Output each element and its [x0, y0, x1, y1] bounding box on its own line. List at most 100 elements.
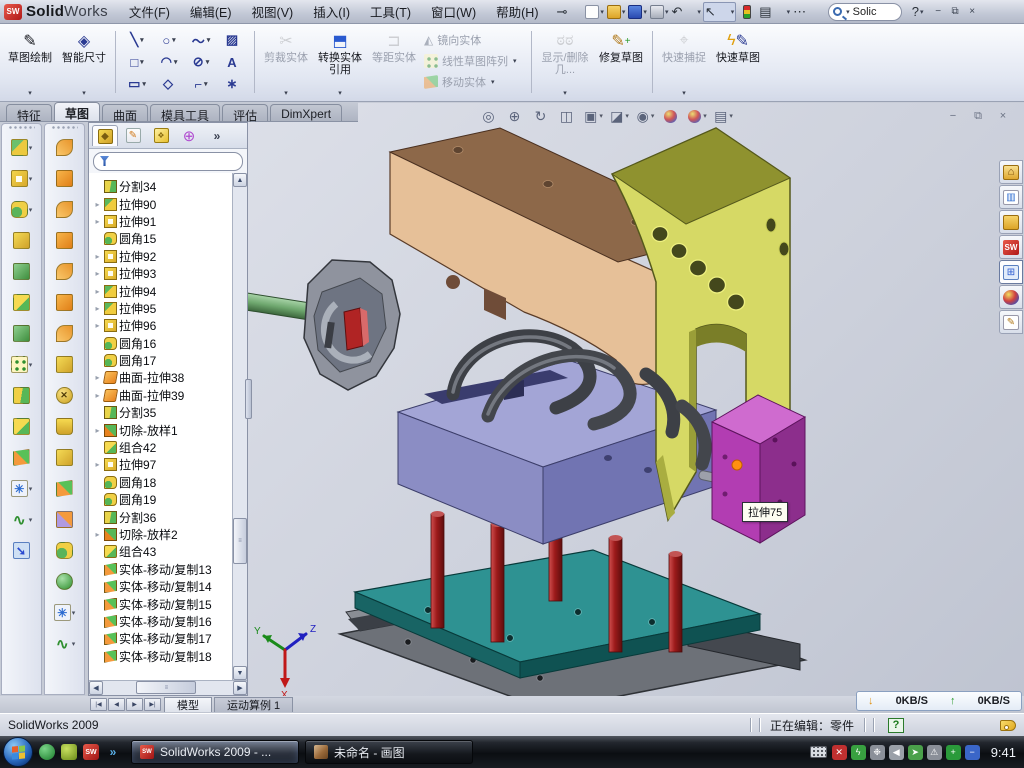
file-explorer-icon[interactable] — [999, 210, 1023, 234]
feature-tree-item[interactable]: ▸ 拉伸91 — [93, 213, 247, 230]
expander-arrow[interactable]: ▸ — [93, 287, 102, 296]
feature-tree-item[interactable]: 实体-移动/复制15 — [93, 595, 247, 612]
task-button[interactable]: SW SolidWorks 2009 - ... — [131, 740, 299, 764]
start-button[interactable] — [3, 737, 33, 767]
feature-tree-item[interactable]: 圆角18 — [93, 474, 247, 491]
help-button[interactable]: ?▾ — [908, 2, 928, 22]
menu-item[interactable]: 窗口(W) — [422, 0, 485, 24]
doc-restore-button[interactable]: ⧉ — [968, 108, 988, 124]
menu-item[interactable]: 编辑(E) — [181, 0, 241, 24]
expander-arrow[interactable]: ▸ — [93, 304, 102, 313]
save-icon[interactable]: ▾ — [627, 2, 648, 22]
feature-tree-item[interactable]: ▸ 曲面-拉伸38 — [93, 369, 247, 386]
rotate-view-icon[interactable]: ↻ — [530, 106, 553, 126]
apply-scene-icon[interactable]: ● ▾ — [686, 106, 709, 126]
minimize-button[interactable]: − — [930, 4, 947, 19]
feature-tree-item[interactable]: ▸ 切除-放样2 — [93, 526, 247, 543]
feature-tree-item[interactable]: ▸ 拉伸97 — [93, 456, 247, 473]
expander-arrow[interactable]: ▸ — [93, 391, 102, 400]
scale-icon[interactable] — [48, 504, 82, 535]
draft-icon[interactable] — [5, 318, 39, 349]
linear-sketch-pattern-button[interactable]: 线性草图阵列 ▾ — [422, 52, 526, 70]
expander-arrow[interactable]: ▸ — [93, 426, 102, 435]
tag-icon[interactable] — [1000, 720, 1016, 731]
sync-arrow-icon[interactable]: ➤ — [908, 745, 923, 760]
options-icon[interactable]: ▤ ▾ — [758, 2, 791, 22]
rebuild-traffic-light-icon[interactable] — [737, 2, 757, 22]
close-button[interactable]: × — [964, 4, 981, 19]
feature-tree-item[interactable]: 组合42 — [93, 439, 247, 456]
solidworks-resources-icon[interactable]: ⌂ — [999, 160, 1023, 184]
scroll-thumb[interactable]: ≡ — [233, 518, 247, 564]
doc-tab[interactable]: 模型 — [164, 697, 212, 712]
select-cursor-icon[interactable]: ↖ ▾ — [703, 2, 736, 22]
doc-close-button[interactable]: × — [993, 108, 1013, 124]
menu-item[interactable]: 工具(T) — [361, 0, 420, 24]
point-icon[interactable]: ∗ — [217, 73, 249, 95]
displaymanager-tab[interactable]: ⊕ — [176, 125, 202, 146]
propertymanager-tab[interactable]: ✎ — [120, 125, 146, 146]
menu-item[interactable]: 帮助(H) — [487, 0, 547, 24]
mold-surface-sweep-icon[interactable] — [48, 132, 82, 163]
move-face-icon[interactable] — [48, 473, 82, 504]
new-document-icon[interactable]: ▾ — [584, 2, 605, 22]
ribbon-tab[interactable]: 评估 — [222, 104, 268, 121]
volume-icon[interactable]: ◀ — [889, 745, 904, 760]
tooling-split-icon[interactable] — [48, 349, 82, 380]
menu-item[interactable]: 插入(I) — [304, 0, 359, 24]
prev-tab-button[interactable]: ◀ — [108, 698, 125, 711]
parting-line-icon[interactable] — [48, 163, 82, 194]
ribbon-tab[interactable]: 特征 — [6, 104, 52, 121]
antivirus-shield-icon[interactable]: ✕ — [832, 745, 847, 760]
model-canvas[interactable]: Y Z X — [248, 103, 1024, 696]
dome-icon[interactable] — [48, 566, 82, 597]
network-warning-icon[interactable]: ⚠ — [927, 745, 942, 760]
display-style-icon[interactable]: ◪ ▾ — [608, 106, 631, 126]
instant3d-icon[interactable]: ➘ — [5, 535, 39, 566]
expander-arrow[interactable]: ▸ — [93, 217, 102, 226]
swept-boss-icon[interactable] — [5, 225, 39, 256]
feature-tree-item[interactable]: ▸ 拉伸94 — [93, 282, 247, 299]
next-tab-button[interactable]: ▶ — [126, 698, 143, 711]
panel-overflow-tab[interactable]: » — [204, 125, 230, 146]
update-ball-icon[interactable]: − — [965, 745, 980, 760]
menu-item[interactable]: 视图(V) — [243, 0, 303, 24]
shell-icon[interactable] — [5, 287, 39, 318]
reference-geometry-icon[interactable]: ✳ ▾ — [5, 473, 39, 504]
configurationmanager-tab[interactable]: ❖ — [148, 125, 174, 146]
cavity-icon[interactable] — [48, 442, 82, 473]
restore-button[interactable]: ⧉ — [947, 4, 964, 19]
ribbon-tab[interactable]: 曲面 — [102, 104, 148, 121]
graphics-viewport[interactable]: Y Z X ◎ ⊕ ↻ ◫ — [248, 103, 1024, 696]
view-orientation-icon[interactable]: ▣ ▾ — [582, 106, 605, 126]
tree-filter-box[interactable] — [93, 152, 243, 171]
sketch-text-icon[interactable]: A — [217, 51, 249, 73]
offset-entities-button[interactable]: ⊐ 等距实体 — [368, 27, 420, 97]
clamp-part[interactable] — [304, 260, 400, 390]
open-document-icon[interactable]: ▾ — [606, 2, 627, 22]
print-icon[interactable]: ▾ — [649, 2, 670, 22]
section-view-icon[interactable]: ◫ — [556, 106, 579, 126]
utility-gear-icon[interactable]: ❉ — [870, 745, 885, 760]
expander-arrow[interactable]: ▸ — [93, 269, 102, 278]
last-tab-button[interactable]: ▶| — [144, 698, 161, 711]
feature-tree-item[interactable]: 实体-移动/复制16 — [93, 613, 247, 630]
parting-surface-icon[interactable] — [48, 225, 82, 256]
quicklaunch-overflow-icon[interactable]: » — [105, 744, 121, 760]
ribbon-tab[interactable]: 草图 — [54, 102, 100, 121]
expander-arrow[interactable]: ▸ — [93, 200, 102, 209]
planar-surface-icon[interactable] — [48, 287, 82, 318]
slot-icon[interactable]: ▭ ▾ — [121, 73, 153, 95]
featuremanager-tab[interactable]: ◆ — [92, 125, 118, 146]
expander-arrow[interactable]: ▸ — [93, 530, 102, 539]
security-center-icon[interactable] — [61, 744, 77, 760]
task-button[interactable]: 未命名 - 画图 — [305, 740, 473, 764]
zoom-fit-icon[interactable]: ◎ — [478, 106, 501, 126]
feature-tree-item[interactable]: 圆角17 — [93, 352, 247, 369]
linear-pattern-icon[interactable]: ▾ — [5, 349, 39, 380]
lofted-boss-icon[interactable] — [5, 256, 39, 287]
convert-entities-button[interactable]: ⬒ 转换实体引用 ▾ — [314, 27, 366, 97]
expander-arrow[interactable]: ▸ — [93, 252, 102, 261]
core-icon[interactable] — [48, 411, 82, 442]
ellipse-icon[interactable]: ⊘ ▾ — [185, 51, 217, 73]
